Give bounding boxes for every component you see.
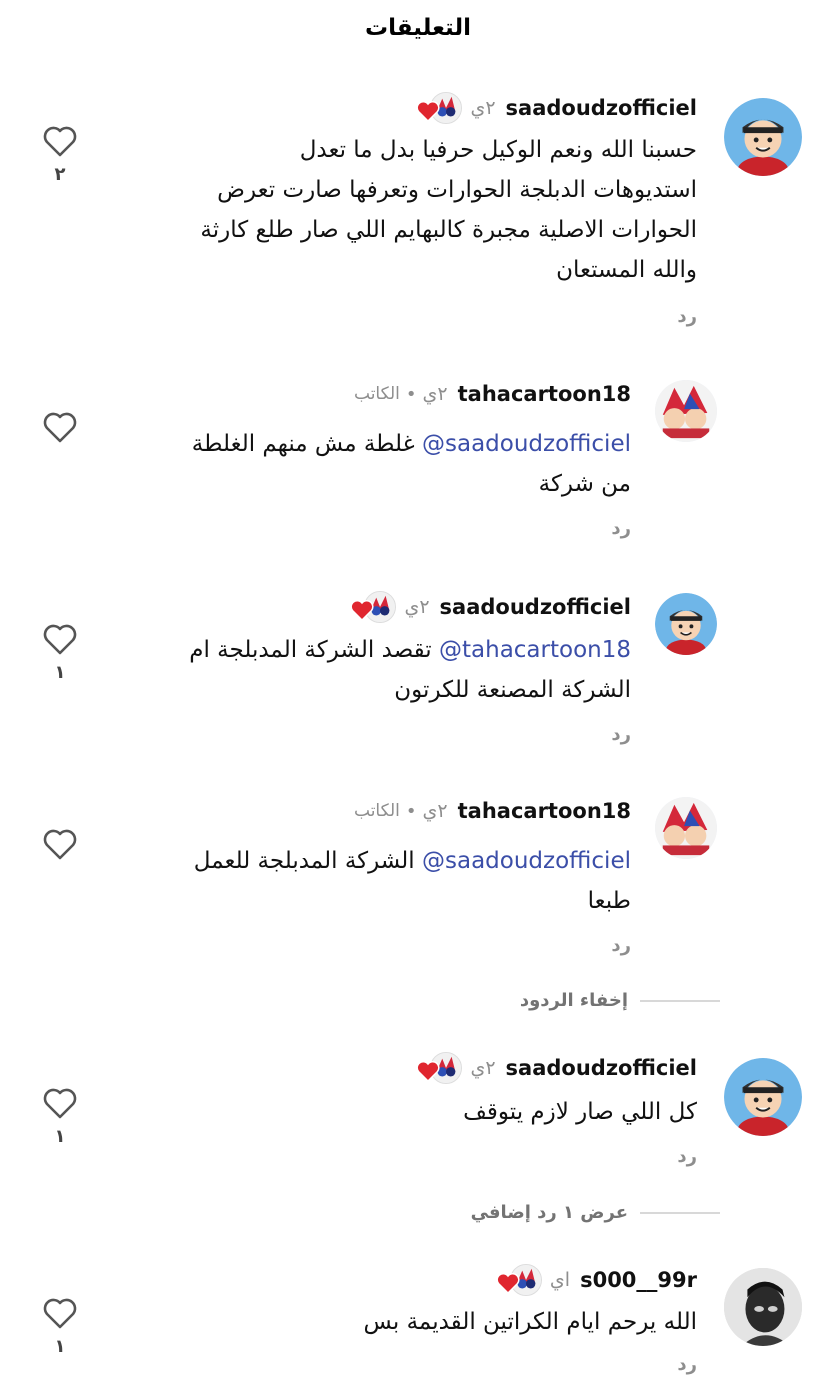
heart-outline-icon[interactable] xyxy=(42,410,78,444)
comment-text: @tahacartoon18 تقصد الشركة المدبلجة ام ا… xyxy=(111,630,631,710)
separator-dot: • xyxy=(405,800,417,822)
heart-outline-icon[interactable] xyxy=(42,124,78,158)
username[interactable]: saadoudzofficiel xyxy=(506,1056,697,1080)
like-count: ١ xyxy=(54,1126,66,1147)
comment-line: طبعا xyxy=(587,888,631,914)
comment-line-text: الشركة المدبلجة للعمل xyxy=(193,848,415,874)
liked-by-author-badge xyxy=(496,1264,542,1296)
comment-meta: saadoudzofficiel ٢ي xyxy=(416,92,697,124)
timestamp: ٢ي xyxy=(422,800,448,822)
comment-text: الله يرحم ايام الكراتين القديمة بس xyxy=(117,1302,697,1342)
comment-line: الله يرحم ايام الكراتين القديمة بس xyxy=(363,1309,697,1335)
like-count: ٢ xyxy=(54,164,66,185)
reply-button[interactable]: رد xyxy=(611,518,631,539)
timestamp: ٢ي xyxy=(422,383,448,405)
like-control[interactable]: ٢ xyxy=(41,124,79,185)
avatar[interactable] xyxy=(724,98,802,176)
username[interactable]: s000__99r xyxy=(580,1268,697,1292)
comment-line: حسبنا الله ونعم الوكيل حرفيا بدل ما تعدل xyxy=(299,137,697,163)
like-control[interactable]: ١ xyxy=(41,1296,79,1357)
liked-by-author-badge xyxy=(416,1052,463,1084)
like-control[interactable]: ١ xyxy=(41,622,79,683)
like-control[interactable]: ١ xyxy=(41,1086,79,1147)
comment-meta: saadoudzofficiel ٢ي xyxy=(416,1052,697,1084)
reply-button[interactable]: رد xyxy=(611,935,631,956)
comment-line: والله المستعان xyxy=(556,257,697,283)
author-tag: الكاتب xyxy=(354,384,400,404)
comment-meta: s000__99r اي xyxy=(496,1264,697,1296)
comment-text: @saadoudzofficiel الشركة المدبلجة للعمل … xyxy=(111,841,631,921)
reply-button[interactable]: رد xyxy=(677,1354,697,1375)
view-more-replies-button[interactable]: عرض ١ رد إضافي xyxy=(471,1202,720,1223)
comment-text: @saadoudzofficiel غلطة مش منهم الغلطة من… xyxy=(111,424,631,504)
author-tag: الكاتب xyxy=(354,801,400,821)
username[interactable]: saadoudzofficiel xyxy=(506,96,697,120)
avatar[interactable] xyxy=(655,380,717,442)
liked-by-author-badge xyxy=(350,591,397,623)
view-more-label: عرض ١ رد إضافي xyxy=(470,1202,628,1223)
heart-filled-icon xyxy=(416,100,440,122)
username[interactable]: saadoudzofficiel xyxy=(440,595,631,619)
timestamp: ٢ي xyxy=(470,1057,496,1079)
comment-line: الحوارات الاصلية مجبرة كالبهايم اللي صار… xyxy=(200,217,697,243)
username[interactable]: tahacartoon18 xyxy=(458,799,631,823)
like-control[interactable] xyxy=(41,827,79,861)
comment-line: من شركة xyxy=(538,471,631,497)
comment-meta: tahacartoon18 ٢ي • الكاتب xyxy=(354,378,631,410)
timestamp: ٢ي xyxy=(404,596,430,618)
mention-link[interactable]: @saadoudzofficiel xyxy=(422,848,631,874)
avatar[interactable] xyxy=(655,593,717,655)
comment-line-text: غلطة مش منهم الغلطة xyxy=(191,431,415,457)
like-count: ١ xyxy=(54,1336,66,1357)
heart-outline-icon[interactable] xyxy=(42,1296,78,1330)
hide-replies-button[interactable]: إخفاء الردود xyxy=(520,990,720,1011)
divider-line xyxy=(640,1211,720,1214)
timestamp: ٢ي xyxy=(470,97,496,119)
divider-line xyxy=(640,999,720,1002)
comment-line: @saadoudzofficiel غلطة مش منهم الغلطة xyxy=(111,424,631,464)
heart-filled-icon xyxy=(350,599,374,621)
reply-button[interactable]: رد xyxy=(677,306,697,327)
avatar[interactable] xyxy=(724,1058,802,1136)
hide-replies-label: إخفاء الردود xyxy=(519,990,628,1011)
comment-meta: saadoudzofficiel ٢ي xyxy=(350,591,631,623)
reply-button[interactable]: رد xyxy=(677,1146,697,1167)
username[interactable]: tahacartoon18 xyxy=(458,382,631,406)
liked-by-author-badge xyxy=(416,92,463,124)
mention-link[interactable]: @saadoudzofficiel xyxy=(422,431,631,457)
page-title: التعليقات xyxy=(365,15,471,41)
comment-line: كل اللي صار لازم يتوقف xyxy=(463,1099,697,1125)
heart-outline-icon[interactable] xyxy=(42,1086,78,1120)
comment-line: الشركة المصنعة للكرتون xyxy=(394,677,631,703)
reply-button[interactable]: رد xyxy=(611,724,631,745)
comment-line: @tahacartoon18 تقصد الشركة المدبلجة ام xyxy=(111,630,631,670)
comment-meta: tahacartoon18 ٢ي • الكاتب xyxy=(354,795,631,827)
like-count: ١ xyxy=(54,662,66,683)
comment-text: كل اللي صار لازم يتوقف xyxy=(117,1092,697,1132)
heart-filled-icon xyxy=(496,1272,520,1294)
heart-outline-icon[interactable] xyxy=(42,827,78,861)
heart-outline-icon[interactable] xyxy=(42,622,78,656)
comment-line: استديوهات الدبلجة الحوارات وتعرفها صارت … xyxy=(217,177,697,203)
comment-line: @saadoudzofficiel الشركة المدبلجة للعمل xyxy=(111,841,631,881)
heart-filled-icon xyxy=(416,1060,440,1082)
separator-dot: • xyxy=(405,383,417,405)
comment-line-text: تقصد الشركة المدبلجة ام xyxy=(189,637,432,663)
like-control[interactable] xyxy=(41,410,79,444)
comment-text: حسبنا الله ونعم الوكيل حرفيا بدل ما تعدل… xyxy=(117,130,697,290)
avatar[interactable] xyxy=(655,797,717,859)
avatar[interactable] xyxy=(724,1268,802,1346)
timestamp: اي xyxy=(549,1269,571,1291)
mention-link[interactable]: @tahacartoon18 xyxy=(439,637,631,663)
header: التعليقات xyxy=(0,0,836,56)
